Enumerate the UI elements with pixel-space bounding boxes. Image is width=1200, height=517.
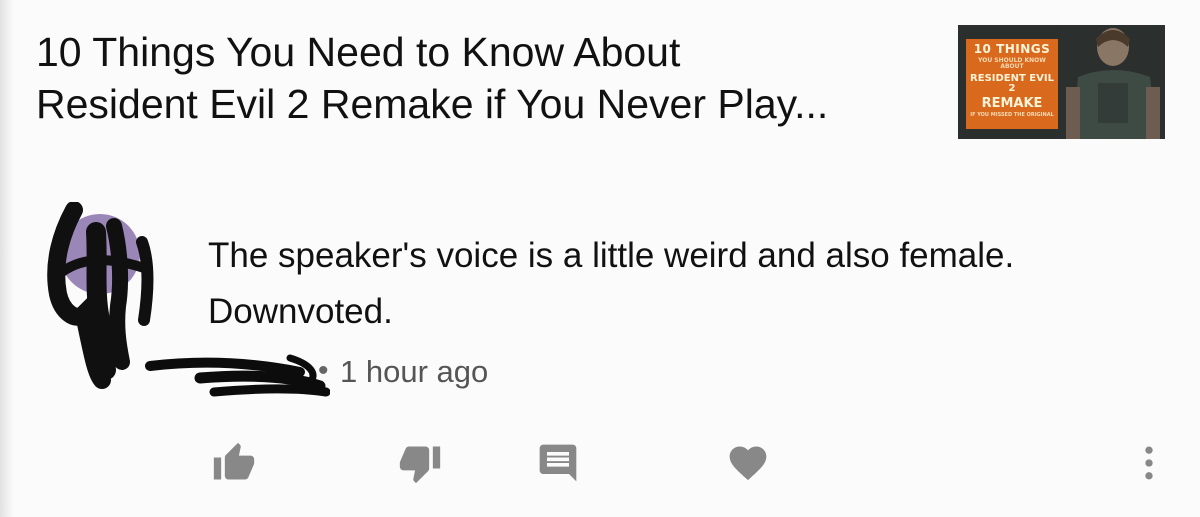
thumbnail-text-line3: RESIDENT EVIL 2	[970, 73, 1054, 94]
dislike-button[interactable]	[395, 438, 445, 488]
thumbnail-title-card: 10 THINGS YOU SHOULD KNOW ABOUT RESIDENT…	[966, 39, 1058, 129]
more-options-button[interactable]	[1124, 438, 1174, 488]
page-edge-shadow	[0, 0, 14, 517]
heart-button[interactable]	[723, 438, 773, 488]
reply-button[interactable]	[533, 438, 583, 488]
thumbnail-character-figure	[1058, 25, 1165, 139]
heart-icon	[729, 446, 767, 481]
redacted-username-scribble	[145, 354, 330, 397]
like-button[interactable]	[209, 438, 259, 488]
comment-icon	[539, 444, 577, 482]
meta-separator: •	[318, 354, 329, 387]
comment-text: The speaker's voice is a little weird an…	[208, 236, 1015, 331]
thumbnail-text-line4: REMAKE	[981, 96, 1043, 111]
thumbnail-text-line2: YOU SHOULD KNOW ABOUT	[978, 57, 1046, 70]
comment-meta: • 1 hour ago	[140, 350, 540, 400]
comment-timestamp: 1 hour ago	[340, 354, 489, 389]
thumbs-down-icon	[399, 446, 441, 484]
more-vertical-icon	[1145, 446, 1153, 480]
thumbnail-text-line1: 10 THINGS	[973, 42, 1051, 56]
video-title[interactable]: 10 Things You Need to Know About Residen…	[36, 26, 936, 130]
thumbs-up-icon	[213, 442, 255, 480]
thumbnail-text-line5: IF YOU MISSED THE ORIGINAL	[970, 112, 1054, 118]
video-thumbnail[interactable]: 10 THINGS YOU SHOULD KNOW ABOUT RESIDENT…	[958, 25, 1165, 139]
